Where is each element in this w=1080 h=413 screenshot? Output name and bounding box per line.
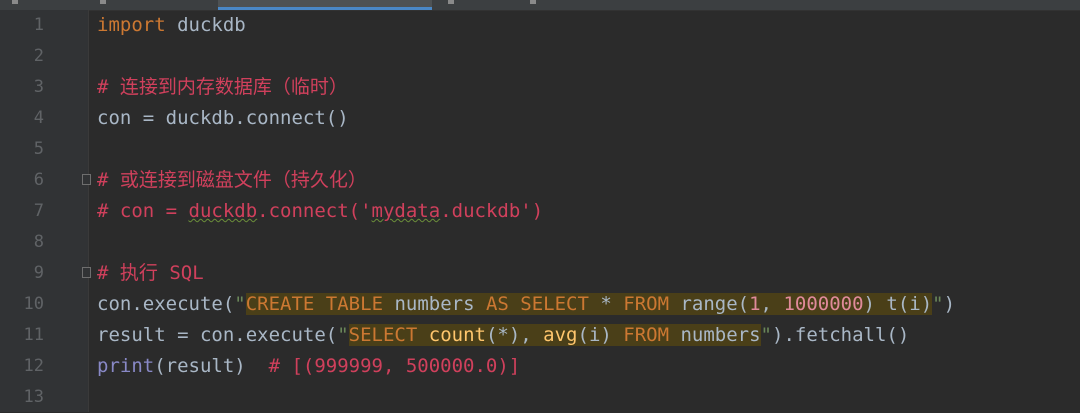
code-text: # con = duckdb.connect('mydata.duckdb') <box>97 196 543 227</box>
line-number: 4 <box>33 108 44 128</box>
code-line[interactable]: 5 <box>0 134 1080 165</box>
code-token: print <box>97 355 155 377</box>
code-token: result = con.execute( <box>97 324 338 346</box>
line-number: 1 <box>33 15 44 35</box>
code-line[interactable]: 11 result = con.execute("SELECT count(*),… <box>0 320 1080 351</box>
code-token: " <box>760 324 772 346</box>
code-token: " <box>337 324 349 346</box>
tab-fragment <box>448 0 454 4</box>
code-text: import duckdb <box>97 10 246 41</box>
code-line[interactable]: 6 # 或连接到磁盘文件（持久化） <box>0 165 1080 196</box>
code-line[interactable]: 10 con.execute("CREATE TABLE numbers AS S… <box>0 289 1080 320</box>
code-token: mydata <box>371 200 441 222</box>
code-token: avg <box>543 324 578 346</box>
code-token: # 连接到内存数据库（临时） <box>97 76 348 98</box>
line-number: 9 <box>33 263 44 283</box>
line-number: 6 <box>33 170 44 190</box>
line-number: 13 <box>23 387 44 407</box>
line-number: 10 <box>23 294 44 314</box>
code-token: numbers <box>383 293 486 315</box>
fold-marker-icon[interactable] <box>82 174 91 185</box>
code-token: " <box>234 293 246 315</box>
code-token: ) t(i) <box>863 293 933 315</box>
code-line[interactable]: 12 print(result) # [(999999, 500000.0)] <box>0 351 1080 382</box>
code-text: # 连接到内存数据库（临时） <box>97 72 348 103</box>
line-number: 3 <box>33 77 44 97</box>
code-text: print(result) # [(999999, 500000.0)] <box>97 351 520 382</box>
code-token: con = duckdb.connect() <box>97 107 349 129</box>
code-line[interactable]: 7 # con = duckdb.connect('mydata.duckdb') <box>0 196 1080 227</box>
line-number: 11 <box>23 325 44 345</box>
code-token: numbers <box>669 324 761 346</box>
code-token: ) <box>943 293 956 315</box>
code-token: con.execute( <box>97 293 235 315</box>
code-token: # con = <box>97 200 189 222</box>
line-number: 12 <box>23 356 44 376</box>
line-number: 2 <box>33 46 44 66</box>
code-token: FROM <box>623 293 670 315</box>
code-token <box>417 324 429 346</box>
code-token: (i) <box>577 324 624 346</box>
code-text: # 或连接到磁盘文件（持久化） <box>97 165 367 196</box>
code-text: con.execute("CREATE TABLE numbers AS SEL… <box>97 289 955 320</box>
tab-fragment <box>100 0 106 4</box>
code-token: duckdb <box>165 14 246 36</box>
line-number: 5 <box>33 139 44 159</box>
code-line[interactable]: 4 con = duckdb.connect() <box>0 103 1080 134</box>
code-text: # 执行 SQL <box>97 258 204 289</box>
code-line[interactable]: 3 # 连接到内存数据库（临时） <box>0 72 1080 103</box>
code-token: .duckdb') <box>440 200 544 222</box>
code-token: 1 <box>749 293 761 315</box>
line-number: 8 <box>33 232 44 252</box>
code-token: * <box>588 293 624 315</box>
tab-fragment <box>12 0 18 4</box>
code-token: (result) <box>154 355 269 377</box>
code-token: " <box>932 293 944 315</box>
code-token: range( <box>669 293 750 315</box>
fold-marker-icon[interactable] <box>82 267 91 278</box>
code-token: # 执行 SQL <box>97 262 204 284</box>
code-line[interactable]: 1 import duckdb <box>0 10 1080 41</box>
code-token: FROM <box>623 324 670 346</box>
code-line[interactable]: 13 <box>0 382 1080 413</box>
code-token: # [(999999, 500000.0)] <box>268 355 521 377</box>
code-token: AS SELECT <box>485 293 589 315</box>
code-token: ).fetchall() <box>772 324 910 346</box>
active-editor-tab[interactable] <box>218 0 432 10</box>
code-token: count <box>428 324 486 346</box>
code-token: CREATE TABLE <box>245 293 384 315</box>
code-token: SELECT <box>348 324 418 346</box>
code-token: .connect(' <box>257 200 372 222</box>
code-token: 1000000 <box>783 293 864 315</box>
code-token: import <box>97 14 166 36</box>
code-token: (*), <box>485 324 544 346</box>
code-line[interactable]: 9 # 执行 SQL <box>0 258 1080 289</box>
code-text: con = duckdb.connect() <box>97 103 349 134</box>
tab-fragment <box>530 0 536 4</box>
code-token: , <box>760 293 784 315</box>
code-text: result = con.execute("SELECT count(*), a… <box>97 320 909 351</box>
code-line[interactable]: 8 <box>0 227 1080 258</box>
line-number: 7 <box>33 201 44 221</box>
code-token: # 或连接到磁盘文件（持久化） <box>97 169 367 191</box>
code-token: duckdb <box>188 200 258 222</box>
code-line[interactable]: 2 <box>0 41 1080 72</box>
